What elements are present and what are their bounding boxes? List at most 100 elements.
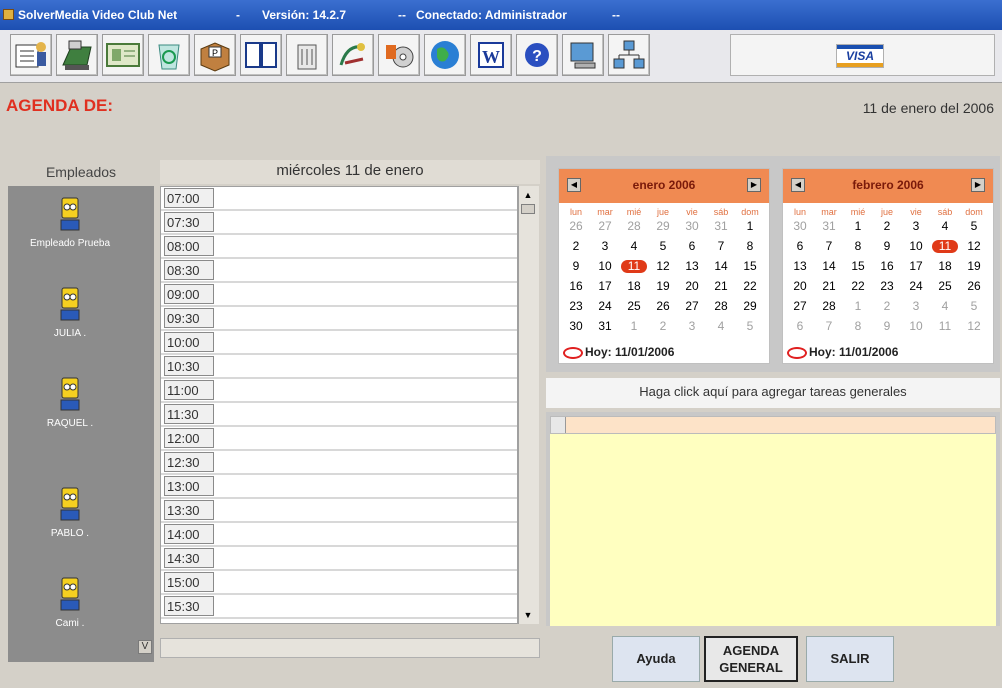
calendar-day[interactable]: 23	[874, 279, 900, 293]
calendar-day[interactable]: 31	[592, 319, 618, 333]
time-slot-row[interactable]: 09:30	[161, 307, 517, 331]
calendar-day[interactable]: 26	[563, 219, 589, 233]
time-slot-row[interactable]: 08:00	[161, 235, 517, 259]
calendar-day[interactable]: 2	[650, 319, 676, 333]
calendar-day[interactable]: 10	[903, 319, 929, 333]
calendar-day[interactable]: 30	[563, 319, 589, 333]
calendar-day[interactable]: 1	[737, 219, 763, 233]
calendar-day[interactable]: 7	[816, 319, 842, 333]
time-slot-row[interactable]: 08:30	[161, 259, 517, 283]
calendar-day[interactable]: 26	[961, 279, 987, 293]
calendar-day[interactable]: 8	[845, 239, 871, 253]
calendar-day[interactable]: 7	[708, 239, 734, 253]
calendar-day[interactable]: 29	[650, 219, 676, 233]
calendar-day[interactable]: 3	[903, 219, 929, 233]
calendar-day[interactable]: 4	[621, 239, 647, 253]
calendar-day[interactable]: 8	[845, 319, 871, 333]
calendar-day[interactable]: 25	[621, 299, 647, 313]
computer-button[interactable]	[562, 34, 604, 76]
calendar-day-selected[interactable]: 11	[621, 259, 647, 273]
calendar-day[interactable]: 27	[592, 219, 618, 233]
time-slot-row[interactable]: 15:30	[161, 595, 517, 619]
calendar-day[interactable]: 1	[845, 299, 871, 313]
calendar-day[interactable]: 4	[932, 299, 958, 313]
calendar-day[interactable]: 20	[787, 279, 813, 293]
calendar-day[interactable]: 29	[737, 299, 763, 313]
scroll-up-icon[interactable]: ▲	[521, 188, 535, 202]
time-slot-row[interactable]: 11:00	[161, 379, 517, 403]
calendar-day[interactable]: 9	[563, 259, 589, 273]
calendar-day[interactable]: 4	[708, 319, 734, 333]
calendar-day[interactable]: 6	[787, 319, 813, 333]
time-slot-row[interactable]: 13:00	[161, 475, 517, 499]
calendar-day[interactable]: 2	[874, 219, 900, 233]
calendar-day[interactable]: 13	[787, 259, 813, 273]
calendar-day[interactable]: 18	[621, 279, 647, 293]
calendar-day[interactable]: 11	[932, 319, 958, 333]
cash-register-button[interactable]	[56, 34, 98, 76]
calendar-day[interactable]: 22	[737, 279, 763, 293]
globe-button[interactable]	[424, 34, 466, 76]
trash-button[interactable]	[286, 34, 328, 76]
book-button[interactable]	[240, 34, 282, 76]
calendar-day[interactable]: 21	[816, 279, 842, 293]
next-month-button[interactable]: ▶	[747, 178, 761, 192]
calendar-day[interactable]: 31	[708, 219, 734, 233]
calendar-day[interactable]: 5	[961, 219, 987, 233]
calendar-day[interactable]: 16	[874, 259, 900, 273]
horizontal-scrollbar[interactable]	[160, 638, 540, 658]
calendar-day[interactable]: 7	[816, 239, 842, 253]
calendar-day[interactable]: 14	[708, 259, 734, 273]
employees-scroll-button[interactable]: V	[138, 640, 152, 654]
tools-button[interactable]	[332, 34, 374, 76]
word-button[interactable]: W	[470, 34, 512, 76]
calendar-day[interactable]: 5	[737, 319, 763, 333]
calendar-day[interactable]: 24	[903, 279, 929, 293]
calendar-day[interactable]: 12	[961, 239, 987, 253]
calendar-day[interactable]: 15	[845, 259, 871, 273]
calendar-day[interactable]: 13	[679, 259, 705, 273]
time-slot-row[interactable]: 12:00	[161, 427, 517, 451]
calendar-day[interactable]: 30	[787, 219, 813, 233]
calendar-day[interactable]: 24	[592, 299, 618, 313]
scroll-down-icon[interactable]: ▼	[521, 608, 535, 622]
calendar-day[interactable]: 18	[932, 259, 958, 273]
calendar-day[interactable]: 3	[903, 299, 929, 313]
calendar-day[interactable]: 25	[932, 279, 958, 293]
time-slot-row[interactable]: 10:00	[161, 331, 517, 355]
calendar-day[interactable]: 20	[679, 279, 705, 293]
calendar-day-selected[interactable]: 11	[932, 239, 958, 253]
register-button[interactable]	[10, 34, 52, 76]
employee-item[interactable]: Empleado Prueba	[8, 196, 132, 249]
calendar-day[interactable]: 16	[563, 279, 589, 293]
general-agenda-button[interactable]: AGENDA GENERAL	[704, 636, 798, 682]
time-slot-row[interactable]: 11:30	[161, 403, 517, 427]
calendar-day[interactable]: 15	[737, 259, 763, 273]
calendar-day[interactable]: 3	[679, 319, 705, 333]
calendar-day[interactable]: 10	[592, 259, 618, 273]
box-button[interactable]: P	[194, 34, 236, 76]
tasks-area[interactable]	[550, 434, 996, 626]
calendar-day[interactable]: 22	[845, 279, 871, 293]
time-slot-row[interactable]: 14:30	[161, 547, 517, 571]
next-month-button[interactable]: ▶	[971, 178, 985, 192]
employee-item[interactable]: RAQUEL .	[8, 376, 132, 429]
add-general-tasks-link[interactable]: Haga click aquí para agregar tareas gene…	[546, 378, 1000, 408]
scroll-thumb[interactable]	[521, 204, 535, 214]
employee-item[interactable]: Cami .	[8, 576, 132, 629]
calendar-day[interactable]: 27	[787, 299, 813, 313]
schedule-scrollbar[interactable]: ▲ ▼	[518, 186, 539, 624]
network-button[interactable]	[608, 34, 650, 76]
calendar-day[interactable]: 17	[592, 279, 618, 293]
calendar-day[interactable]: 5	[650, 239, 676, 253]
calendar-day[interactable]: 3	[592, 239, 618, 253]
employee-item[interactable]: PABLO .	[8, 486, 132, 539]
exit-button[interactable]: SALIR	[806, 636, 894, 682]
calendar-day[interactable]: 17	[903, 259, 929, 273]
calendar-january[interactable]: ◀ enero 2006 ▶ Hoy: 11/01/2006 lun mar mié…	[558, 168, 770, 364]
calendar-day[interactable]: 9	[874, 239, 900, 253]
calendar-today[interactable]: Hoy: 11/01/2006	[787, 345, 898, 359]
time-slot-row[interactable]: 14:00	[161, 523, 517, 547]
employee-item[interactable]: JULIA .	[8, 286, 132, 339]
recycle-button[interactable]	[148, 34, 190, 76]
